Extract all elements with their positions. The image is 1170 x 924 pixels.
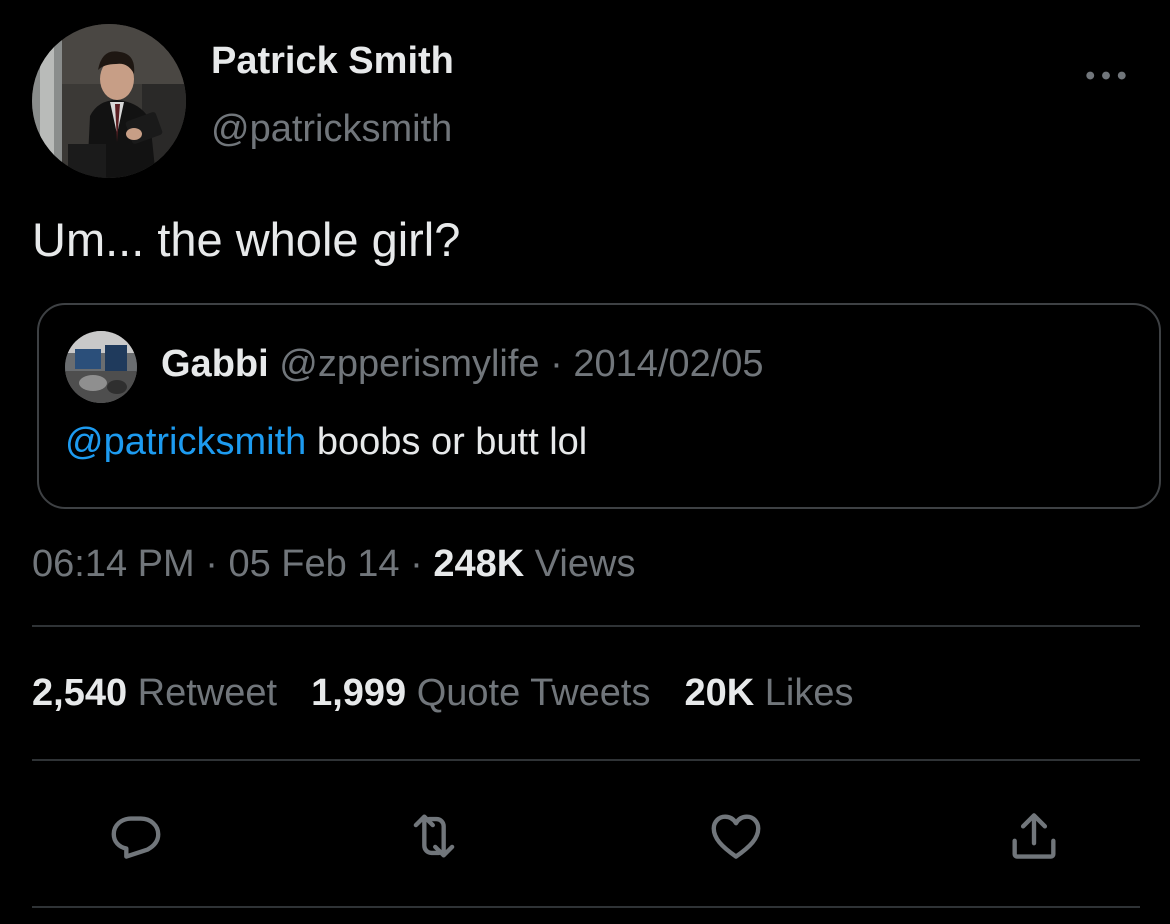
reply-icon — [111, 816, 161, 859]
likes-count: 20K — [684, 672, 755, 714]
meta-separator: · — [399, 543, 434, 585]
tweet-stats: 2,540 Retweet 1,999 Quote Tweets 20K Likes — [32, 672, 887, 715]
author-avatar[interactable] — [32, 24, 186, 178]
meta-separator: · — [194, 543, 229, 585]
quoted-text: boobs or butt lol — [306, 421, 588, 463]
quoted-date: 2014/02/05 — [573, 343, 764, 385]
divider — [32, 759, 1140, 761]
views-label: Views — [524, 543, 636, 585]
quoted-avatar-image — [65, 331, 137, 403]
like-button[interactable] — [706, 806, 766, 866]
share-icon — [1012, 813, 1056, 859]
quoted-separator: · — [550, 343, 563, 385]
retweets-stat[interactable]: 2,540 Retweet — [32, 672, 277, 714]
divider — [32, 625, 1140, 627]
retweet-icon — [413, 814, 455, 858]
quote-tweets-label: Quote Tweets — [406, 672, 651, 714]
likes-stat[interactable]: 20K Likes — [684, 672, 853, 714]
heart-icon — [711, 814, 761, 859]
views-count: 248K — [433, 543, 525, 585]
reply-button[interactable] — [106, 806, 166, 866]
author-avatar-image — [32, 24, 186, 178]
quoted-tweet-header: Gabbi @zpperismylife · 2014/02/05 — [161, 345, 764, 383]
tweet-text: Um... the whole girl? — [32, 213, 461, 266]
likes-label: Likes — [754, 672, 854, 714]
quoted-tweet-text: @patricksmith boobs or butt lol — [65, 421, 587, 464]
quote-tweets-stat[interactable]: 1,999 Quote Tweets — [311, 672, 650, 714]
tweet-time[interactable]: 06:14 PM — [32, 543, 195, 585]
tweet-date[interactable]: 05 Feb 14 — [228, 543, 399, 585]
quoted-author-avatar[interactable] — [65, 331, 137, 403]
quoted-tweet-card[interactable]: Gabbi @zpperismylife · 2014/02/05 @patri… — [37, 303, 1161, 509]
quoted-display-name[interactable]: Gabbi — [161, 343, 269, 385]
tweet-detail: Patrick Smith @patricksmith Um... the wh… — [0, 0, 1170, 924]
quote-tweets-count: 1,999 — [311, 672, 407, 714]
divider — [32, 906, 1140, 908]
share-button[interactable] — [1004, 806, 1064, 866]
retweets-count: 2,540 — [32, 672, 128, 714]
retweets-label: Retweet — [127, 672, 278, 714]
more-options-button[interactable] — [1082, 58, 1130, 92]
more-horizontal-icon — [1086, 71, 1126, 79]
author-display-name[interactable]: Patrick Smith — [211, 40, 454, 83]
tweet-meta: 06:14 PM · 05 Feb 14 · 248K Views — [32, 543, 635, 586]
quoted-handle[interactable]: @zpperismylife — [279, 343, 539, 385]
author-handle[interactable]: @patricksmith — [211, 108, 452, 151]
quoted-mention-link[interactable]: @patricksmith — [65, 421, 306, 463]
retweet-button[interactable] — [404, 806, 464, 866]
